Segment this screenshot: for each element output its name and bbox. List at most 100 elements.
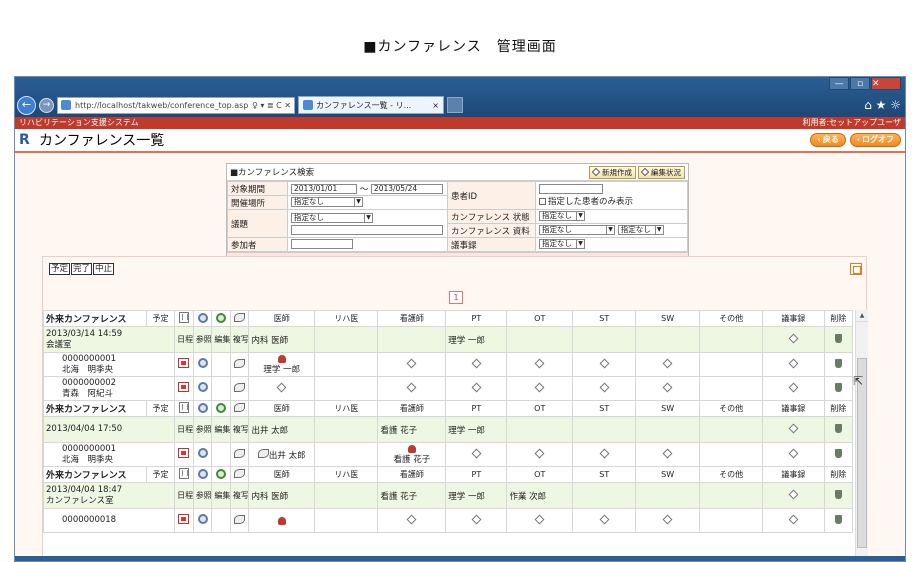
- reference-link[interactable]: 参照: [196, 491, 211, 500]
- address-url[interactable]: http://localhost/takweb/conference_top.a…: [75, 101, 248, 110]
- patient-id-input[interactable]: [539, 184, 603, 194]
- patient-minutes-diamond-icon[interactable]: [788, 358, 799, 368]
- minimize-button[interactable]: —: [829, 77, 849, 90]
- reference-link[interactable]: 参照: [196, 425, 211, 434]
- patient-row[interactable]: 0000000002 青森 阿紀斗: [43, 376, 853, 401]
- patient-row[interactable]: 0000000018: [43, 508, 853, 533]
- address-bar[interactable]: http://localhost/takweb/conference_top.a…: [57, 96, 295, 114]
- topic-input[interactable]: [291, 224, 443, 235]
- ot-diamond-icon[interactable]: [534, 382, 545, 392]
- patient-row[interactable]: 0000000001 北海 明季央 理学 一郎: [43, 352, 853, 377]
- st-diamond-icon[interactable]: [599, 382, 610, 392]
- filter-completed[interactable]: 完了: [71, 263, 93, 275]
- edit-link[interactable]: 編集: [214, 425, 229, 434]
- trash-icon[interactable]: [834, 423, 842, 433]
- minutes-diamond-icon[interactable]: [788, 423, 799, 433]
- tab-title[interactable]: カンファレンス一覧 - リ...: [316, 100, 429, 111]
- sw-diamond-icon[interactable]: [662, 514, 673, 524]
- patient-trash-icon[interactable]: [834, 514, 842, 524]
- page-number[interactable]: 1: [449, 291, 463, 304]
- nurse-diamond-icon[interactable]: [406, 382, 417, 392]
- close-window-button[interactable]: ✕: [871, 77, 901, 90]
- ot-diamond-icon[interactable]: [534, 448, 545, 458]
- patient-minutes-diamond-icon[interactable]: [788, 448, 799, 458]
- sw-diamond-icon[interactable]: [662, 358, 673, 368]
- schedule-link[interactable]: 日程: [177, 335, 192, 344]
- patient-copy-icon[interactable]: [234, 382, 246, 392]
- period-to-input[interactable]: 2013/05/24: [370, 184, 443, 194]
- schedule-link[interactable]: 日程: [177, 425, 192, 434]
- conference-row[interactable]: 2013/03/14 14:59 会議室 日程 参照 編集 複写 内科 医師 理学 一郎: [43, 326, 853, 353]
- copy-link[interactable]: 複写: [233, 425, 248, 434]
- patient-minutes-diamond-icon[interactable]: [788, 382, 799, 392]
- sw-diamond-icon[interactable]: [662, 382, 673, 392]
- address-tools[interactable]: ♀ ▾ ≣ C ✕: [252, 101, 291, 110]
- conference-row[interactable]: 2013/04/04 17:50 日程 参照 編集 複写 出井 太郎 看護 花子 理学 一郎: [43, 416, 853, 443]
- tab-close-icon[interactable]: ×: [432, 101, 439, 110]
- patient-schedule-icon[interactable]: [178, 358, 190, 368]
- vertical-scrollbar[interactable]: ▲: [855, 310, 868, 557]
- ot-diamond-icon[interactable]: [534, 358, 545, 368]
- scroll-up-arrow-icon[interactable]: ▲: [856, 310, 868, 322]
- copy-link[interactable]: 複写: [233, 335, 248, 344]
- patient-copy-icon[interactable]: [234, 514, 246, 524]
- edit-link[interactable]: 編集: [214, 491, 229, 500]
- patient-trash-icon[interactable]: [834, 448, 842, 458]
- edit-status-button[interactable]: 編集状況: [638, 165, 685, 179]
- period-from-input[interactable]: 2013/01/01: [291, 184, 357, 194]
- forward-arrow-icon[interactable]: →: [39, 97, 54, 113]
- expand-icon[interactable]: [850, 263, 862, 275]
- filter-cancelled[interactable]: 中止: [93, 263, 115, 275]
- filter-planned[interactable]: 予定: [49, 263, 71, 275]
- venue-select[interactable]: 指定なし ▼: [291, 197, 363, 208]
- trash-icon[interactable]: [834, 489, 842, 499]
- copy-link[interactable]: 複写: [233, 491, 248, 500]
- browser-toolbar-icons[interactable]: ⌂ ★ ☼: [864, 98, 901, 112]
- logout-button[interactable]: ‹ ログオフ: [849, 133, 901, 147]
- trash-icon[interactable]: [834, 333, 842, 343]
- patient-minutes-diamond-icon[interactable]: [788, 514, 799, 524]
- browser-tab[interactable]: カンファレンス一覧 - リ... ×: [298, 96, 444, 114]
- patient-schedule-icon[interactable]: [178, 514, 190, 524]
- conference-row[interactable]: 2013/04/04 18:47 カンファレンス室 日程 参照 編集 複写 内科 医師 看護 …: [43, 482, 853, 509]
- pt-diamond-icon[interactable]: [471, 358, 482, 368]
- maximize-button[interactable]: ▫: [850, 77, 870, 90]
- topic-select[interactable]: 指定なし ▼: [291, 212, 373, 223]
- patient-reference-icon[interactable]: [197, 382, 208, 392]
- back-arrow-icon[interactable]: ←: [17, 95, 36, 115]
- sw-diamond-icon[interactable]: [662, 448, 673, 458]
- pt-diamond-icon[interactable]: [471, 382, 482, 392]
- patient-trash-icon[interactable]: [834, 382, 842, 392]
- ot-diamond-icon[interactable]: [534, 514, 545, 524]
- only-patient-checkbox[interactable]: [539, 198, 546, 205]
- doctor-diamond-icon[interactable]: [276, 382, 287, 392]
- minutes-diamond-icon[interactable]: [788, 489, 799, 499]
- patient-reference-icon[interactable]: [197, 514, 208, 524]
- conf-material-select-2[interactable]: 指定なし ▼: [617, 225, 664, 236]
- back-button[interactable]: ‹ 戻る: [810, 133, 846, 147]
- patient-copy-icon[interactable]: [234, 358, 246, 368]
- new-conference-button[interactable]: 新規作成: [589, 165, 636, 179]
- patient-reference-icon[interactable]: [197, 358, 208, 368]
- edit-link[interactable]: 編集: [214, 335, 229, 344]
- pt-diamond-icon[interactable]: [471, 448, 482, 458]
- attendee-input[interactable]: [291, 239, 353, 250]
- patient-schedule-icon[interactable]: [178, 448, 190, 458]
- patient-schedule-icon[interactable]: [178, 382, 190, 392]
- minutes-diamond-icon[interactable]: [788, 333, 799, 343]
- conf-material-select[interactable]: 指定なし ▼: [539, 225, 615, 236]
- new-tab-button[interactable]: [447, 97, 463, 113]
- nurse-diamond-icon[interactable]: [406, 358, 417, 368]
- patient-reference-icon[interactable]: [197, 448, 208, 458]
- patient-copy-icon[interactable]: [234, 448, 246, 458]
- patient-row[interactable]: 0000000001 北海 明季央 出井 太郎 看護 花子: [43, 442, 853, 467]
- st-diamond-icon[interactable]: [599, 358, 610, 368]
- conf-status-select[interactable]: 指定なし ▼: [539, 211, 585, 222]
- minutes-select[interactable]: 指定なし ▼: [539, 239, 585, 250]
- schedule-link[interactable]: 日程: [177, 491, 192, 500]
- pt-diamond-icon[interactable]: [471, 514, 482, 524]
- reference-link[interactable]: 参照: [196, 335, 211, 344]
- nurse-diamond-icon[interactable]: [406, 514, 417, 524]
- st-diamond-icon[interactable]: [599, 514, 610, 524]
- patient-trash-icon[interactable]: [834, 358, 842, 368]
